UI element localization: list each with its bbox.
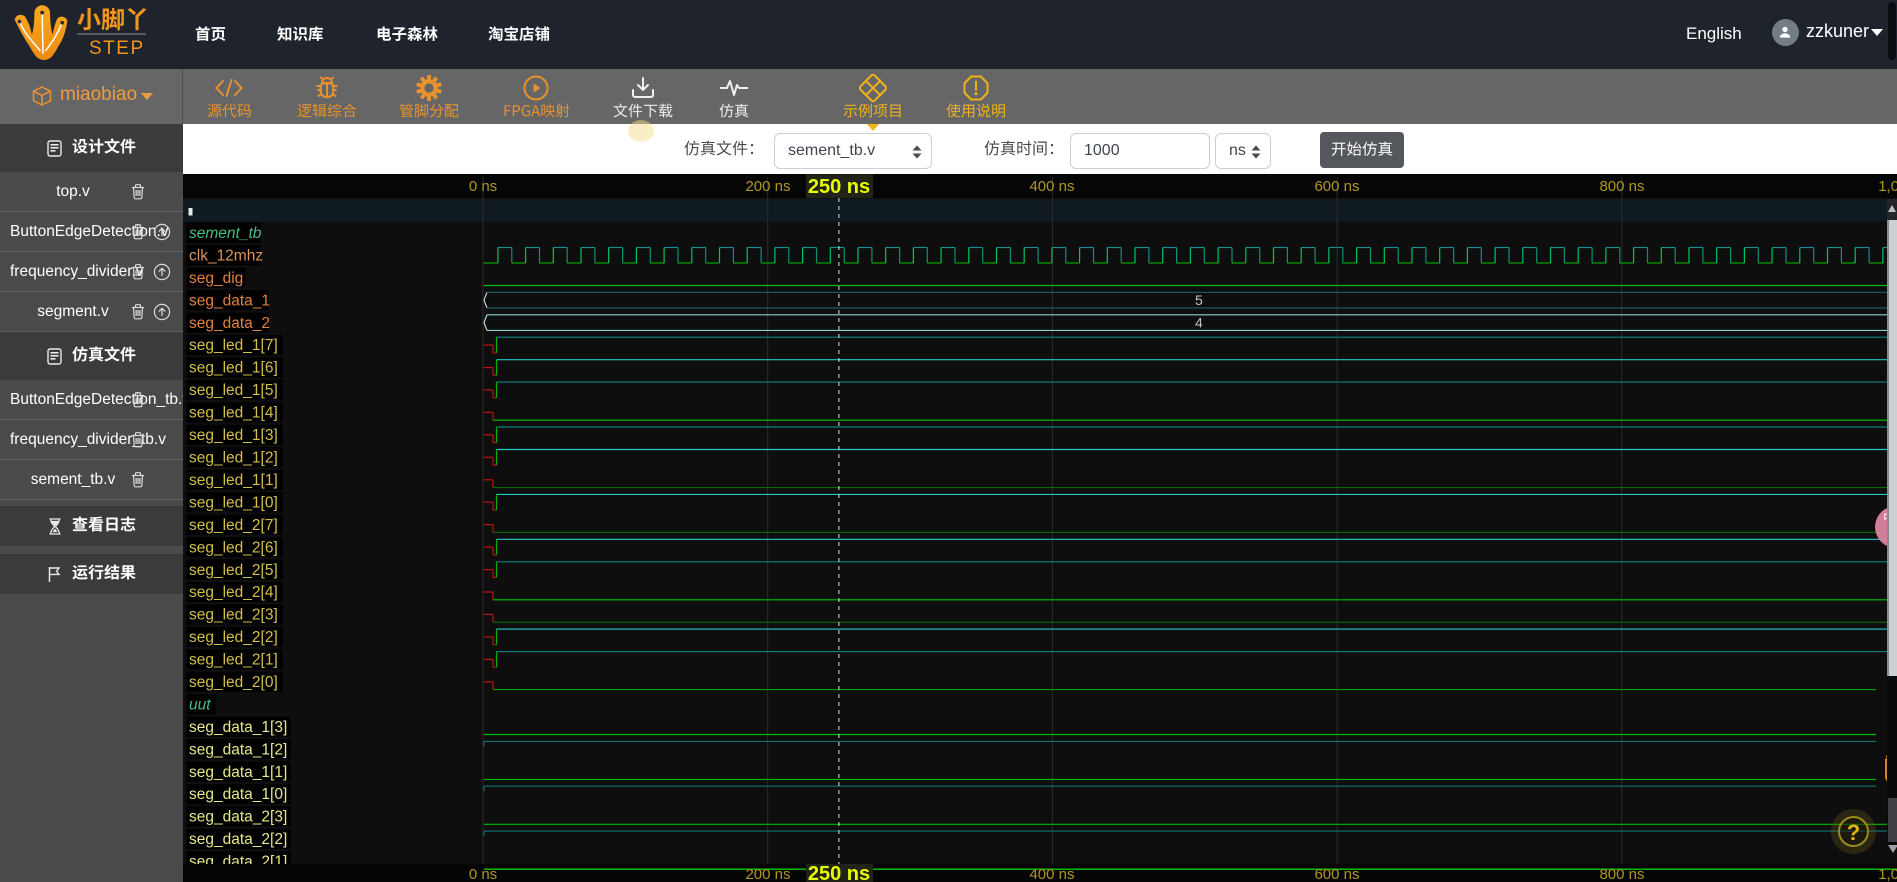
svg-text:800 ns: 800 ns [1599, 866, 1644, 882]
svg-text:seg_led_2[2]: seg_led_2[2] [189, 629, 278, 646]
svg-text:seg_data_1[2]: seg_data_1[2] [189, 741, 287, 758]
svg-text:clk_12mhz: clk_12mhz [189, 248, 263, 265]
svg-text:200 ns: 200 ns [745, 866, 790, 882]
svg-text:seg_led_2[7]: seg_led_2[7] [189, 517, 278, 534]
svg-text:0 ns: 0 ns [469, 866, 497, 882]
svg-text:seg_led_2[0]: seg_led_2[0] [189, 674, 278, 691]
svg-text:seg_data_2[2]: seg_data_2[2] [189, 831, 287, 848]
svg-text:seg_data_2[3]: seg_data_2[3] [189, 809, 287, 826]
svg-text:0 ns: 0 ns [469, 178, 497, 195]
svg-text:1,000 ns: 1,000 ns [1878, 178, 1897, 195]
svg-text:seg_led_2[6]: seg_led_2[6] [189, 539, 278, 556]
svg-text:400 ns: 400 ns [1029, 178, 1074, 195]
svg-text:400 ns: 400 ns [1029, 866, 1074, 882]
svg-text:seg_led_2[4]: seg_led_2[4] [189, 584, 278, 601]
svg-text:4: 4 [1195, 315, 1203, 331]
svg-text:seg_led_1[5]: seg_led_1[5] [189, 382, 278, 399]
svg-text:seg_led_1[3]: seg_led_1[3] [189, 427, 278, 444]
svg-text:seg_led_1[2]: seg_led_1[2] [189, 450, 278, 467]
svg-text:seg_led_1[0]: seg_led_1[0] [189, 494, 278, 511]
svg-text:5: 5 [1195, 292, 1203, 308]
svg-text:seg_data_1[0]: seg_data_1[0] [189, 786, 287, 803]
svg-text:uut: uut [189, 697, 211, 714]
svg-text:200 ns: 200 ns [745, 178, 790, 195]
svg-text:600 ns: 600 ns [1314, 178, 1359, 195]
svg-text:seg_led_2[5]: seg_led_2[5] [189, 562, 278, 579]
svg-text:seg_led_1[4]: seg_led_1[4] [189, 405, 278, 422]
svg-text:seg_led_1[7]: seg_led_1[7] [189, 337, 278, 354]
svg-text:seg_led_2[1]: seg_led_2[1] [189, 652, 278, 669]
svg-text:seg_data_1[1]: seg_data_1[1] [189, 764, 287, 781]
svg-text:seg_data_2: seg_data_2 [189, 315, 270, 332]
svg-text:seg_data_1[3]: seg_data_1[3] [189, 719, 287, 736]
svg-text:800 ns: 800 ns [1599, 178, 1644, 195]
svg-text:seg_dig: seg_dig [189, 270, 243, 287]
svg-text:600 ns: 600 ns [1314, 866, 1359, 882]
svg-text:seg_led_2[3]: seg_led_2[3] [189, 607, 278, 624]
svg-text:1,000 ns: 1,000 ns [1878, 866, 1897, 882]
svg-text:seg_led_1[6]: seg_led_1[6] [189, 360, 278, 377]
svg-text:250 ns: 250 ns [808, 176, 870, 198]
svg-text:250 ns: 250 ns [808, 863, 870, 882]
svg-text:seg_led_1[1]: seg_led_1[1] [189, 472, 278, 489]
svg-text:sement_tb: sement_tb [189, 225, 262, 242]
svg-text:seg_data_1: seg_data_1 [189, 292, 270, 309]
